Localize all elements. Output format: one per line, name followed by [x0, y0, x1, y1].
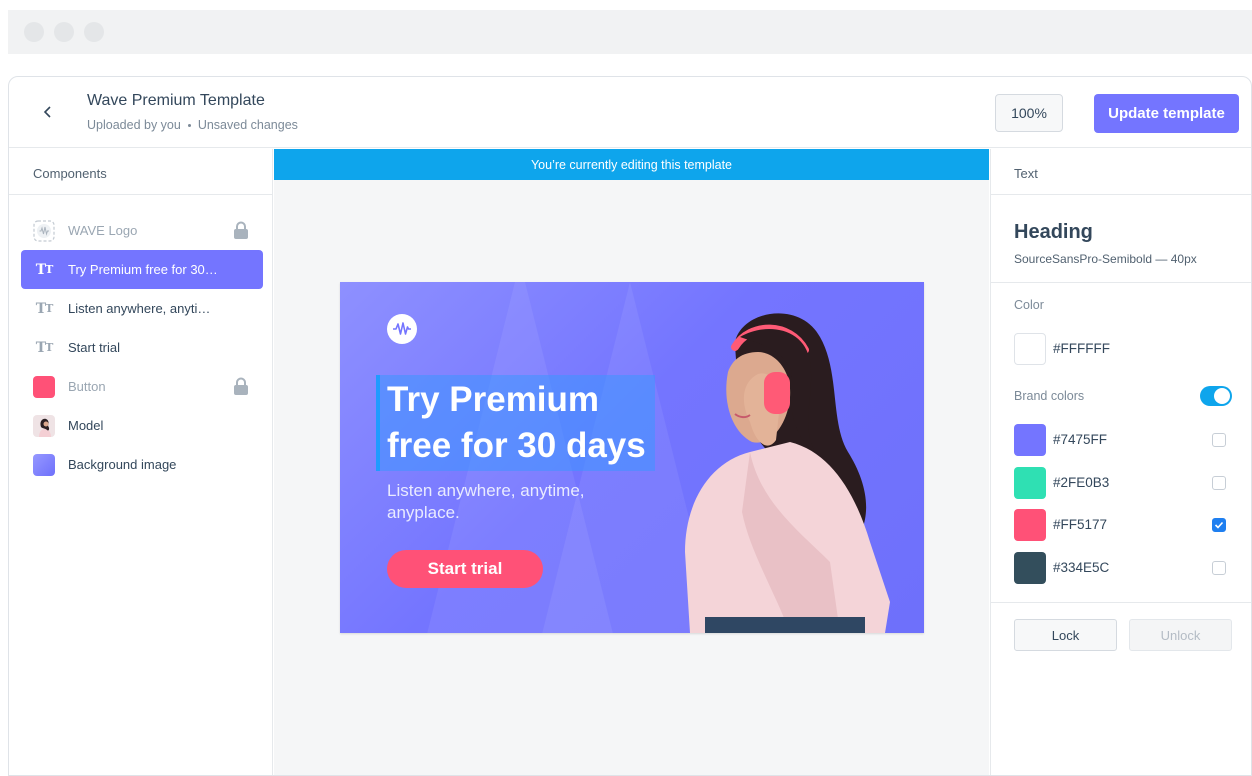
text-icon: TT: [35, 300, 54, 317]
brand-colors-toggle[interactable]: [1200, 386, 1232, 406]
components-list: WAVE Logo TT Try Premium free for 30… TT…: [21, 211, 263, 484]
font-info: SourceSansPro-Semibold — 40px: [1014, 252, 1197, 266]
update-template-button[interactable]: Update template: [1094, 94, 1239, 133]
editor-window: Wave Premium Template Uploaded by you Un…: [8, 76, 1252, 776]
toggle-knob: [1214, 388, 1230, 404]
brand-color-swatch-teal[interactable]: [1014, 467, 1046, 499]
browser-chrome: [8, 10, 1252, 54]
back-button[interactable]: [37, 101, 59, 123]
window-close-dot[interactable]: [24, 22, 44, 42]
brand-colors-label: Brand colors: [1014, 389, 1085, 403]
artboard-subheading[interactable]: Listen anywhere, anytime, anyplace.: [387, 480, 647, 524]
template-artboard[interactable]: Try Premium free for 30 days Listen anyw…: [340, 282, 924, 633]
component-item-model[interactable]: Model: [21, 406, 263, 445]
brand-color-swatch-pink[interactable]: [1014, 509, 1046, 541]
checkmark-icon: [1214, 521, 1224, 529]
current-color-swatch[interactable]: [1014, 333, 1046, 365]
brand-color-hex[interactable]: #FF5177: [1053, 517, 1107, 532]
divider: [991, 602, 1251, 603]
wave-logo[interactable]: [387, 314, 417, 344]
component-item-background[interactable]: Background image: [21, 445, 263, 484]
text-icon: TT: [35, 339, 54, 356]
chevron-left-icon: [43, 106, 51, 118]
window-maximize-dot[interactable]: [84, 22, 104, 42]
current-color-hex[interactable]: #FFFFFF: [1053, 341, 1110, 356]
component-item-button[interactable]: Button: [21, 367, 263, 406]
component-item-subheading[interactable]: TT Listen anywhere, anyti…: [21, 289, 263, 328]
template-subtitle: Uploaded by you Unsaved changes: [87, 118, 298, 132]
top-bar: Wave Premium Template Uploaded by you Un…: [9, 77, 1251, 148]
template-title: Wave Premium Template: [87, 92, 265, 109]
brand-color-swatch-purple[interactable]: [1014, 424, 1046, 456]
text-style-name: Heading: [1014, 221, 1093, 243]
wave-logo-icon: [33, 219, 55, 242]
component-label: Listen anywhere, anyti…: [68, 301, 211, 316]
brand-color-checkbox[interactable]: [1212, 476, 1226, 490]
divider: [991, 282, 1251, 283]
component-label: Try Premium free for 30…: [68, 262, 218, 277]
artboard-heading[interactable]: Try Premium free for 30 days: [387, 377, 667, 469]
text-panel-header: Text: [991, 149, 1251, 195]
model-image[interactable]: [680, 302, 924, 633]
component-label: Model: [68, 418, 104, 433]
brand-color-swatch-slate[interactable]: [1014, 552, 1046, 584]
text-icon: TT: [35, 261, 54, 278]
components-header: Components: [9, 149, 272, 195]
component-label: WAVE Logo: [68, 223, 138, 238]
lock-button[interactable]: Lock: [1014, 619, 1117, 651]
window-minimize-dot[interactable]: [54, 22, 74, 42]
text-properties-panel: Text Heading SourceSansPro-Semibold — 40…: [990, 149, 1251, 775]
component-item-heading[interactable]: TT Try Premium free for 30…: [21, 250, 263, 289]
brand-color-hex[interactable]: #2FE0B3: [1053, 475, 1109, 490]
component-item-start-trial[interactable]: TT Start trial: [21, 328, 263, 367]
components-panel: Components WAVE Logo TT Try Premium free…: [9, 149, 273, 775]
brand-color-checkbox[interactable]: [1212, 433, 1226, 447]
brand-color-checkbox[interactable]: [1212, 561, 1226, 575]
brand-color-hex[interactable]: #7475FF: [1053, 432, 1107, 447]
background-thumbnail-icon: [33, 453, 55, 476]
unlock-button[interactable]: Unlock: [1129, 619, 1232, 651]
component-label: Start trial: [68, 340, 121, 355]
lock-icon[interactable]: [233, 221, 249, 240]
brand-color-checkbox[interactable]: [1212, 518, 1226, 532]
brand-color-hex[interactable]: #334E5C: [1053, 560, 1109, 575]
component-label: Background image: [68, 457, 177, 472]
component-label: Button: [68, 379, 106, 394]
button-swatch-icon: [33, 375, 55, 398]
color-label: Color: [1014, 298, 1044, 312]
lock-icon[interactable]: [233, 377, 249, 396]
artboard-cta-button[interactable]: Start trial: [387, 550, 543, 588]
model-thumbnail-icon: [33, 414, 55, 437]
editor-canvas: You’re currently editing this template T…: [274, 149, 989, 775]
save-status-label: Unsaved changes: [197, 118, 298, 132]
uploaded-by-label: Uploaded by you: [87, 118, 181, 132]
zoom-level-button[interactable]: 100%: [995, 94, 1063, 132]
component-item-wave-logo[interactable]: WAVE Logo: [21, 211, 263, 250]
editing-banner: You’re currently editing this template: [274, 149, 989, 180]
separator-bullet: [187, 123, 191, 127]
